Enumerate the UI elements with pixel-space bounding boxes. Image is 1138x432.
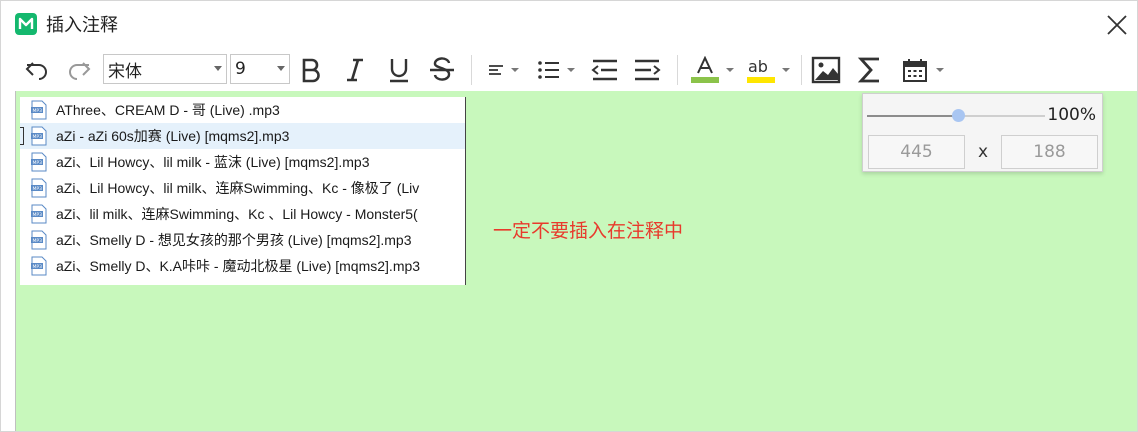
- chevron-down-icon: [277, 66, 285, 71]
- svg-text:MP3: MP3: [33, 186, 43, 192]
- italic-button[interactable]: [341, 49, 369, 91]
- file-name: aZi、Lil Howcy、lil milk - 蓝沫 (Live) [mqms…: [56, 154, 370, 170]
- underline-button[interactable]: [385, 49, 413, 91]
- redo-button[interactable]: [65, 49, 93, 91]
- app-logo-icon: [15, 13, 37, 35]
- strikethrough-button[interactable]: [427, 49, 457, 91]
- image-width-input[interactable]: 445: [868, 135, 965, 169]
- strikethrough-icon: [430, 57, 454, 81]
- svg-text:ab: ab: [748, 57, 768, 76]
- file-list-item: MP3 aZi、Smelly D、K.A咔咔 - 魔动北极星 (Live) [m…: [20, 253, 465, 279]
- zoom-slider[interactable]: [867, 109, 1045, 122]
- indent-button[interactable]: [629, 49, 665, 91]
- file-list-item: MP3 AThree、CREAM D - 哥 (Live) .mp3: [20, 97, 465, 123]
- bullet-list-icon: [538, 61, 559, 79]
- calendar-icon: [903, 59, 927, 82]
- highlight-button[interactable]: ab: [743, 49, 793, 91]
- zoom-percent: 100%: [1047, 105, 1096, 125]
- file-list-item: MP3 aZi、Smelly D - 想见女孩的那个男孩 (Live) [mqm…: [20, 227, 465, 253]
- svg-text:MP3: MP3: [33, 238, 43, 244]
- mp3-file-icon: MP3: [31, 230, 47, 250]
- svg-text:MP3: MP3: [33, 134, 43, 140]
- chevron-down-icon: [214, 66, 222, 71]
- mp3-file-icon: MP3: [31, 100, 47, 120]
- bold-icon: [302, 58, 320, 83]
- highlight-icon: ab: [747, 57, 775, 83]
- selection-marker: [20, 127, 24, 145]
- format-toolbar: 宋体 9 ab: [15, 49, 1137, 91]
- outdent-icon: [591, 59, 617, 81]
- svg-text:MP3: MP3: [33, 212, 43, 218]
- list-button[interactable]: [531, 49, 581, 91]
- align-button[interactable]: [481, 49, 525, 91]
- file-name: aZi、Smelly D、K.A咔咔 - 魔动北极星 (Live) [mqms2…: [56, 258, 421, 274]
- font-name-select[interactable]: 宋体: [103, 54, 227, 84]
- mp3-file-icon: MP3: [31, 256, 47, 276]
- align-left-icon: [489, 65, 503, 75]
- file-list-item: MP3 aZi、Lil Howcy、lil milk、连麻Swimming、Kc…: [20, 175, 465, 201]
- font-color-icon: [691, 56, 719, 83]
- dialog-title: 插入注释: [46, 15, 118, 36]
- svg-text:MP3: MP3: [33, 160, 43, 166]
- zoom-slider-fill: [867, 115, 958, 117]
- mp3-file-icon: MP3: [31, 126, 47, 146]
- bold-button[interactable]: [297, 49, 325, 91]
- mp3-file-icon: MP3: [31, 152, 47, 172]
- insert-date-button[interactable]: [897, 49, 949, 91]
- outdent-button[interactable]: [587, 49, 623, 91]
- undo-icon: [25, 62, 47, 80]
- underline-icon: [390, 59, 408, 83]
- indent-icon: [635, 59, 661, 81]
- insert-annotation-dialog: 插入注释 宋体 9 ab MP3 AThree、CREAM D - 哥 (Liv…: [0, 0, 1138, 432]
- font-size-value: 9: [235, 59, 246, 79]
- italic-icon: [347, 58, 363, 82]
- chevron-down-icon: [726, 68, 734, 72]
- file-name: aZi、Lil Howcy、lil milk、连麻Swimming、Kc - 像…: [56, 180, 420, 196]
- file-list-item: MP3 aZi、lil milk、连麻Swimming、Kc 、Lil Howc…: [20, 201, 465, 227]
- toolbar-divider: [677, 55, 678, 85]
- zoom-slider-handle[interactable]: [951, 109, 965, 122]
- image-height-input[interactable]: 188: [1001, 135, 1098, 169]
- svg-text:MP3: MP3: [33, 108, 43, 114]
- image-icon: [811, 56, 841, 84]
- title-bar: 插入注释: [1, 1, 1137, 47]
- chevron-down-icon: [782, 68, 790, 72]
- font-color-button[interactable]: [687, 49, 737, 91]
- embedded-file-list-image[interactable]: MP3 AThree、CREAM D - 哥 (Live) .mp3 MP3 a…: [20, 97, 466, 285]
- image-size-popup: 100% 445 x 188: [862, 93, 1103, 172]
- chevron-down-icon: [567, 68, 575, 72]
- mp3-file-icon: MP3: [31, 178, 47, 198]
- toolbar-divider: [801, 55, 802, 85]
- chevron-down-icon: [936, 68, 944, 72]
- file-list-item: MP3 aZi、Lil Howcy、lil milk - 蓝沫 (Live) […: [20, 149, 465, 175]
- font-name-value: 宋体: [108, 61, 142, 82]
- close-icon[interactable]: [1105, 13, 1129, 37]
- mp3-file-icon: MP3: [31, 204, 47, 224]
- file-name: aZi - aZi 60s加赛 (Live) [mqms2].mp3: [56, 128, 290, 144]
- sigma-icon: [857, 57, 879, 83]
- redo-icon: [69, 62, 91, 80]
- insert-image-button[interactable]: [809, 49, 843, 91]
- file-name: aZi、Smelly D - 想见女孩的那个男孩 (Live) [mqms2].…: [56, 232, 412, 248]
- file-list-item: MP3 aZi - aZi 60s加赛 (Live) [mqms2].mp3: [20, 123, 465, 149]
- undo-button[interactable]: [23, 49, 51, 91]
- file-name: aZi、lil milk、连麻Swimming、Kc 、Lil Howcy - …: [56, 206, 418, 222]
- insert-formula-button[interactable]: [855, 49, 887, 91]
- font-size-select[interactable]: 9: [230, 54, 290, 84]
- svg-text:MP3: MP3: [33, 264, 43, 270]
- toolbar-divider: [471, 55, 472, 85]
- size-separator: x: [978, 142, 989, 162]
- chevron-down-icon: [511, 68, 519, 72]
- annotation-note-text: 一定不要插入在注释中: [493, 220, 684, 242]
- file-name: AThree、CREAM D - 哥 (Live) .mp3: [56, 102, 280, 118]
